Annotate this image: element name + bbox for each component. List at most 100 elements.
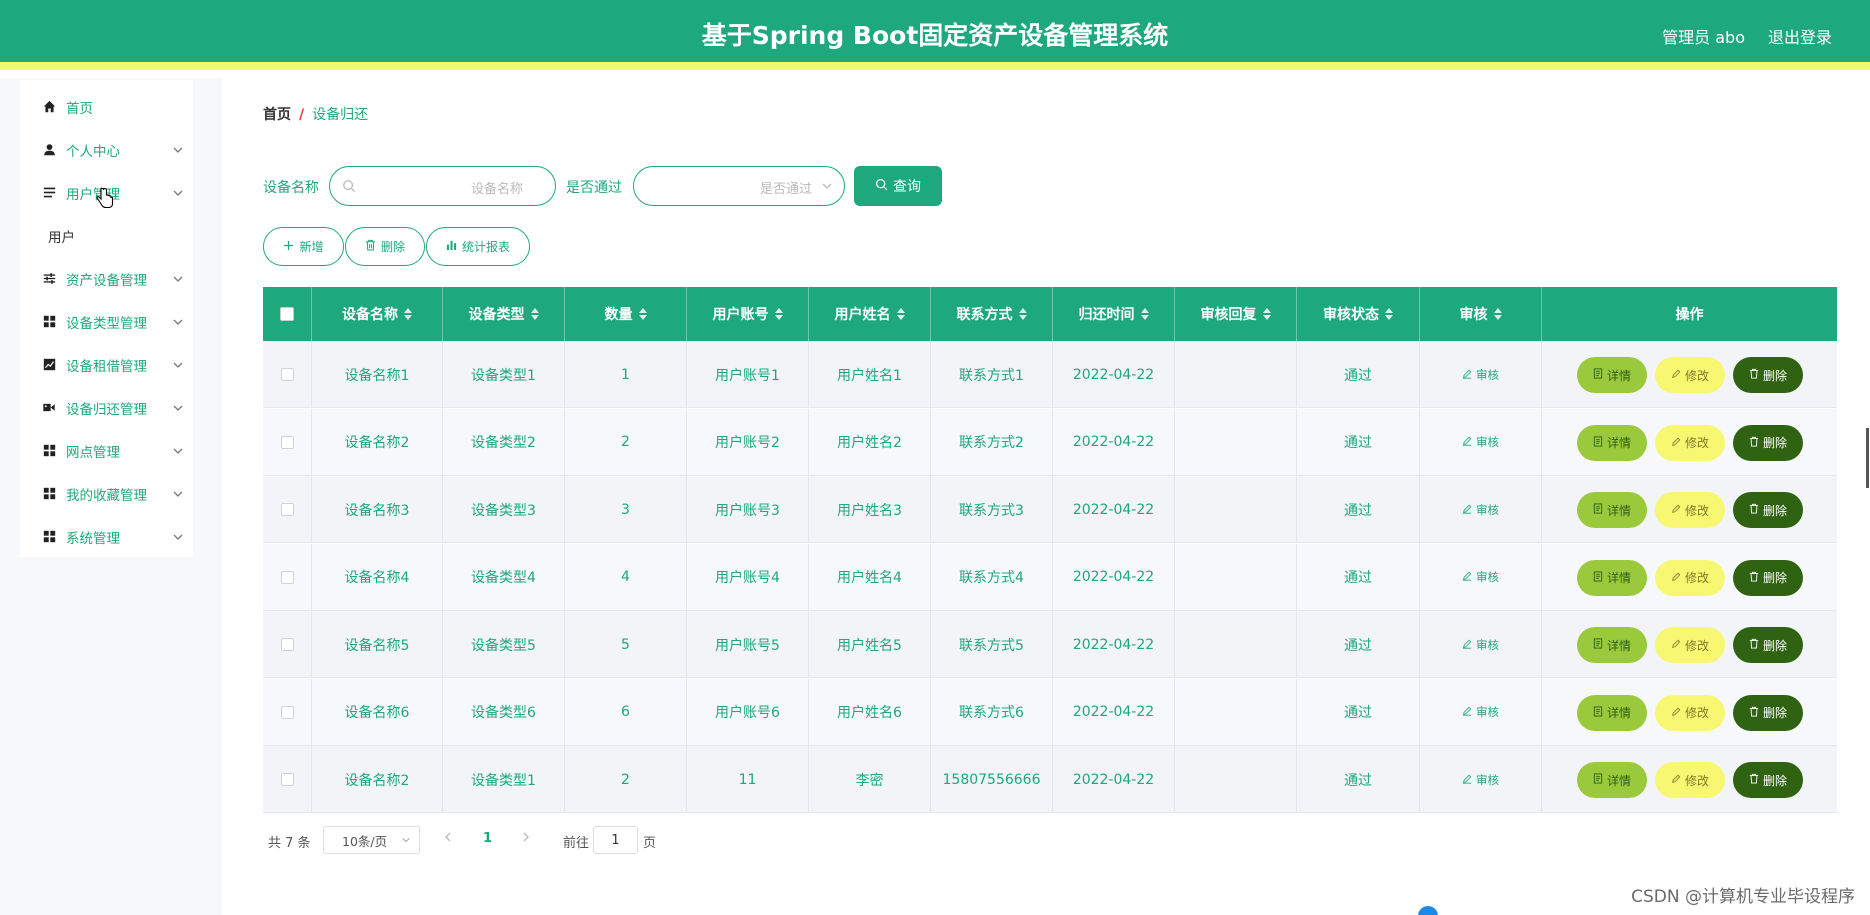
cell-time: 2022-04-22 xyxy=(1053,476,1175,543)
detail-button[interactable]: 详情 xyxy=(1577,762,1647,798)
detail-button[interactable]: 详情 xyxy=(1577,424,1647,461)
row-delete-button[interactable]: 删除 xyxy=(1733,627,1803,663)
header-audit-reply[interactable]: 审核回复 xyxy=(1175,287,1297,341)
header-contact[interactable]: 联系方式 xyxy=(931,287,1053,341)
audit-link[interactable]: 审核 xyxy=(1462,434,1499,450)
cell-reply xyxy=(1175,543,1297,611)
document-icon xyxy=(1593,570,1603,585)
header-quantity[interactable]: 数量 xyxy=(565,287,687,341)
detail-button[interactable]: 详情 xyxy=(1577,357,1647,393)
header-device-name[interactable]: 设备名称 xyxy=(312,287,443,341)
sidebar-item-device-type[interactable]: 设备类型管理 xyxy=(20,300,193,343)
header-user-account[interactable]: 用户账号 xyxy=(687,287,809,341)
sidebar-item-label: 资产设备管理 xyxy=(66,272,147,289)
next-page-button[interactable] xyxy=(521,831,531,847)
header-audit[interactable]: 审核 xyxy=(1420,287,1542,341)
plus-icon xyxy=(283,240,294,254)
sidebar-subitem-user[interactable]: 用户 xyxy=(20,214,193,257)
table-row: 设备名称3 设备类型3 3 用户账号3 用户姓名3 联系方式3 2022-04-22 通过 审核… xyxy=(263,476,1837,543)
delete-button[interactable]: 删除 xyxy=(345,227,425,266)
row-delete-button[interactable]: 删除 xyxy=(1733,357,1803,393)
detail-button[interactable]: 详情 xyxy=(1577,492,1647,528)
report-button[interactable]: 统计报表 xyxy=(426,227,530,266)
cell-qty: 2 xyxy=(565,746,687,813)
row-delete-button[interactable]: 删除 xyxy=(1733,424,1803,461)
pass-select[interactable]: 是否通过 xyxy=(633,166,845,206)
trash-icon xyxy=(1749,773,1759,787)
detail-button[interactable]: 详情 xyxy=(1577,694,1647,731)
sidebar-item-device-lending[interactable]: 设备租借管理 xyxy=(20,343,193,386)
edit-icon xyxy=(1671,436,1681,450)
sidebar-item-device-return[interactable]: 设备归还管理 xyxy=(20,386,193,429)
cell-account: 用户账号1 xyxy=(687,341,809,408)
row-checkbox[interactable] xyxy=(280,368,294,381)
sidebar-item-personal[interactable]: 个人中心 xyxy=(20,128,193,171)
edit-button[interactable]: 修改 xyxy=(1655,424,1725,461)
goto-page-input[interactable] xyxy=(593,826,638,854)
sidebar-item-outlets[interactable]: 网点管理 xyxy=(20,429,193,472)
breadcrumb-home[interactable]: 首页 xyxy=(263,107,291,123)
row-checkbox[interactable] xyxy=(280,570,294,584)
detail-button[interactable]: 详情 xyxy=(1577,559,1647,596)
device-name-input[interactable]: 设备名称 xyxy=(329,166,556,206)
page-size-select[interactable]: 10条/页 xyxy=(323,826,420,854)
floating-scroll-indicator[interactable] xyxy=(1418,906,1438,915)
edit-icon xyxy=(1671,706,1681,720)
row-checkbox[interactable] xyxy=(280,435,294,449)
select-all-checkbox[interactable] xyxy=(280,307,294,321)
edit-button[interactable]: 修改 xyxy=(1655,762,1725,798)
edit-button[interactable]: 修改 xyxy=(1655,492,1725,528)
audit-link[interactable]: 审核 xyxy=(1462,704,1499,720)
row-delete-button[interactable]: 删除 xyxy=(1733,559,1803,596)
chevron-down-icon xyxy=(172,316,184,328)
goto-label: 前往 xyxy=(563,836,590,851)
row-checkbox[interactable] xyxy=(280,638,294,651)
logout-link[interactable]: 退出登录 xyxy=(1768,24,1832,48)
header-device-type[interactable]: 设备类型 xyxy=(443,287,565,341)
edit-button[interactable]: 修改 xyxy=(1655,694,1725,731)
chevron-down-icon xyxy=(172,187,184,199)
page-scrollbar[interactable] xyxy=(1866,428,1869,488)
document-icon xyxy=(1593,368,1603,382)
row-checkbox[interactable] xyxy=(280,503,294,516)
header-return-time[interactable]: 归还时间 xyxy=(1053,287,1175,341)
pass-placeholder: 是否通过 xyxy=(760,182,813,197)
page-number-1[interactable]: 1 xyxy=(483,831,492,846)
sidebar-item-favorites[interactable]: 我的收藏管理 xyxy=(20,472,193,515)
query-button[interactable]: 查询 xyxy=(854,166,942,206)
header-user-name[interactable]: 用户姓名 xyxy=(809,287,931,341)
row-delete-button[interactable]: 删除 xyxy=(1733,694,1803,731)
row-delete-button[interactable]: 删除 xyxy=(1733,492,1803,528)
audit-link[interactable]: 审核 xyxy=(1462,569,1499,585)
trash-icon xyxy=(1749,571,1759,585)
edit-icon xyxy=(1671,368,1681,382)
edit-button[interactable]: 修改 xyxy=(1655,559,1725,596)
sidebar-item-home[interactable]: 首页 xyxy=(20,85,193,128)
audit-link[interactable]: 审核 xyxy=(1462,772,1499,788)
table-row: 设备名称2 设备类型1 2 11 李密 15807556666 2022-04-22 通过 审核… xyxy=(263,746,1837,813)
detail-button[interactable]: 详情 xyxy=(1577,627,1647,663)
pass-label: 是否通过 xyxy=(566,180,622,196)
audit-link[interactable]: 审核 xyxy=(1462,502,1499,518)
row-delete-button[interactable]: 删除 xyxy=(1733,762,1803,798)
grid-icon xyxy=(42,315,56,329)
admin-label: 管理员 abo xyxy=(1662,28,1745,47)
row-checkbox[interactable] xyxy=(280,773,294,786)
cell-operations: 详情 修改 删除 xyxy=(1542,544,1837,611)
header-audit-status[interactable]: 审核状态 xyxy=(1297,287,1420,341)
audit-link[interactable]: 审核 xyxy=(1462,367,1499,383)
cell-contact: 联系方式4 xyxy=(931,543,1053,611)
sidebar-item-system[interactable]: 系统管理 xyxy=(20,515,193,558)
audit-link[interactable]: 审核 xyxy=(1462,637,1499,653)
add-button[interactable]: 新增 xyxy=(263,227,344,266)
cell-username: 用户姓名2 xyxy=(809,408,931,476)
prev-page-button[interactable] xyxy=(443,831,453,847)
cell-type: 设备类型1 xyxy=(443,341,565,408)
sort-icon xyxy=(1140,308,1149,320)
chevron-down-icon xyxy=(172,531,184,543)
sidebar-item-asset-management[interactable]: 资产设备管理 xyxy=(20,257,193,300)
edit-icon xyxy=(1462,368,1472,382)
edit-button[interactable]: 修改 xyxy=(1655,357,1725,393)
edit-button[interactable]: 修改 xyxy=(1655,627,1725,663)
row-checkbox[interactable] xyxy=(280,705,294,719)
